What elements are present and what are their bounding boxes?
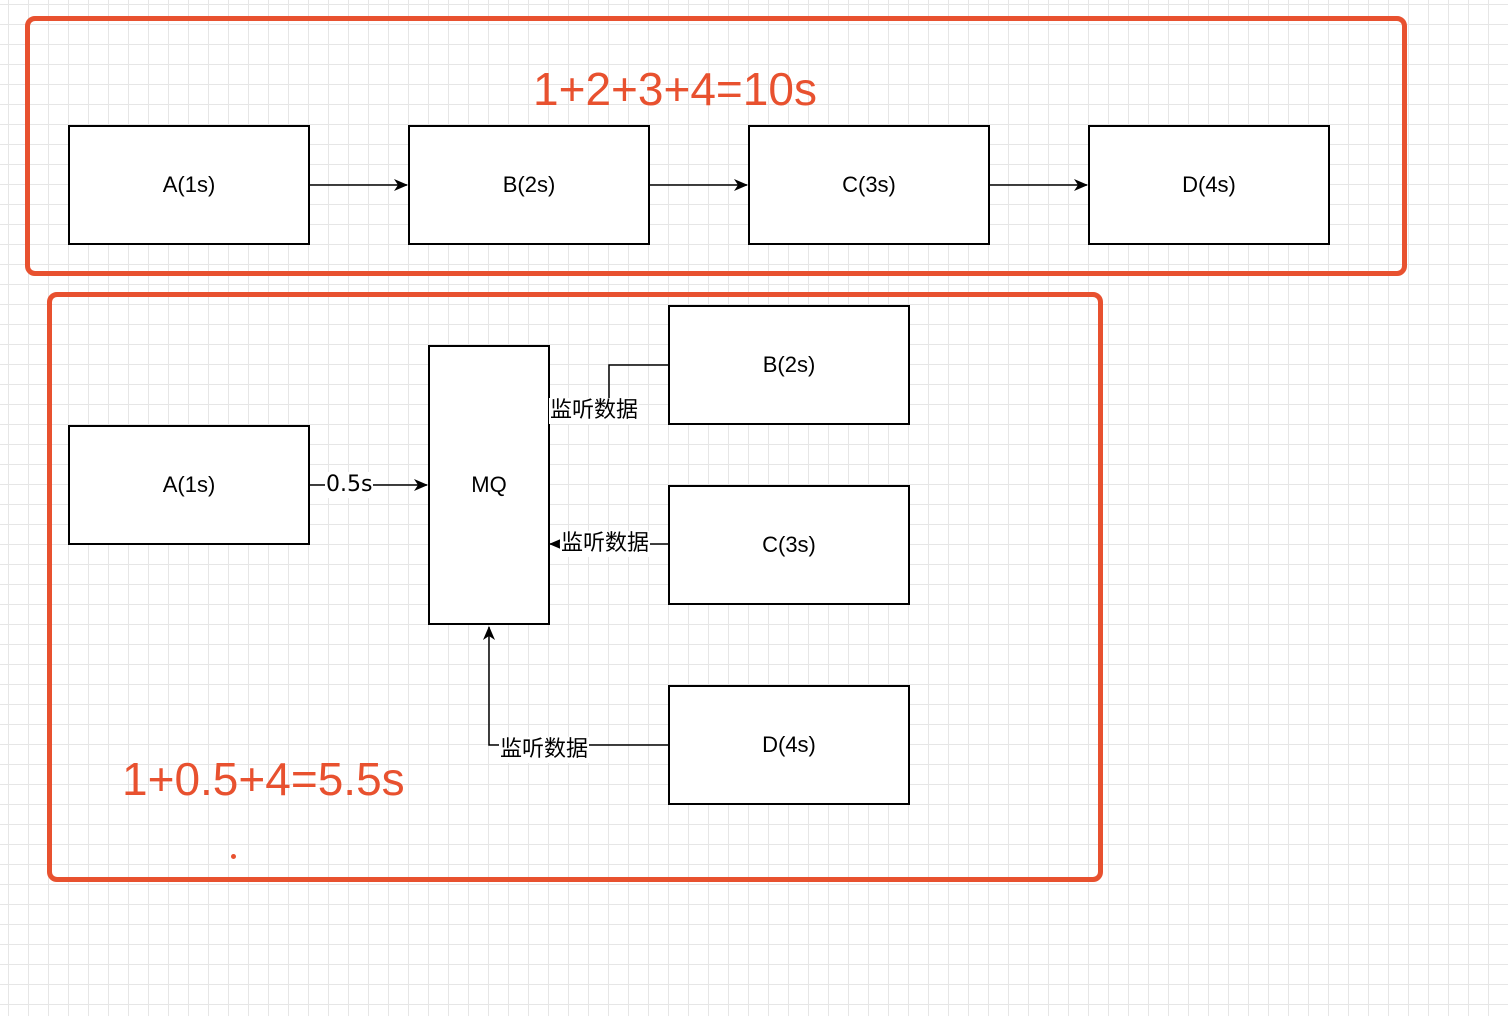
edge-label-c-listen: 监听数据: [560, 531, 651, 557]
diagram-canvas: 1+2+3+4=10s A(1s) B(2s) C(3s) D(4s) A(1s…: [0, 0, 1508, 1016]
sync-node-c[interactable]: C(3s): [748, 125, 990, 245]
sync-total-label: 1+2+3+4=10s: [533, 63, 817, 115]
sync-node-a[interactable]: A(1s): [68, 125, 310, 245]
sync-node-d[interactable]: D(4s): [1088, 125, 1330, 245]
async-node-mq[interactable]: MQ: [428, 345, 550, 625]
edge-label-a-to-mq: 0.5s: [325, 472, 374, 498]
stray-dot: [231, 854, 236, 859]
edge-label-d-listen: 监听数据: [499, 737, 590, 763]
async-node-c[interactable]: C(3s): [668, 485, 910, 605]
async-node-d[interactable]: D(4s): [668, 685, 910, 805]
async-node-a[interactable]: A(1s): [68, 425, 310, 545]
async-node-b[interactable]: B(2s): [668, 305, 910, 425]
sync-node-b[interactable]: B(2s): [408, 125, 650, 245]
async-total-label: 1+0.5+4=5.5s: [122, 753, 405, 805]
edge-label-b-listen: 监听数据: [549, 398, 640, 424]
